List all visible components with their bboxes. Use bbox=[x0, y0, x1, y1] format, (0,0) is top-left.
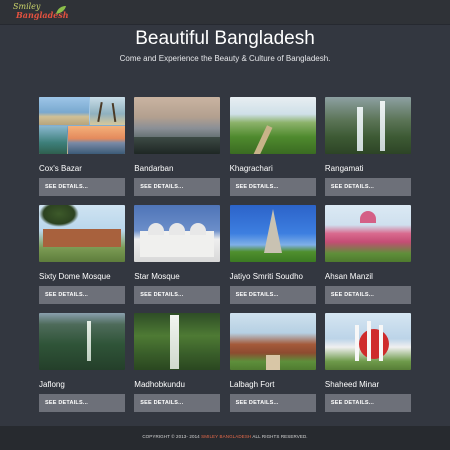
jatiyo-smriti-soudho-image[interactable] bbox=[229, 205, 316, 262]
bandarban-image[interactable] bbox=[134, 97, 221, 154]
place-name: Madhobkundu bbox=[134, 380, 186, 389]
ahsan-manzil-image[interactable] bbox=[324, 205, 411, 262]
star-mosque-image[interactable] bbox=[134, 205, 221, 262]
copyright-prefix: COPYRIGHT © 2013- 2014 bbox=[142, 434, 200, 439]
footer-brand-link[interactable]: SMILEY BANGLADESH bbox=[201, 434, 251, 439]
see-details-button[interactable]: SEE DETAILS... bbox=[39, 286, 125, 304]
place-name: Shaheed Minar bbox=[324, 380, 380, 389]
see-details-button[interactable]: SEE DETAILS... bbox=[324, 394, 411, 412]
see-details-button[interactable]: SEE DETAILS... bbox=[229, 394, 316, 412]
place-card: Sixty Dome Mosque SEE DETAILS... bbox=[39, 205, 125, 313]
see-details-button[interactable]: SEE DETAILS... bbox=[324, 178, 411, 196]
page-subtitle: Come and Experience the Beauty & Culture… bbox=[119, 54, 331, 63]
coxs-bazar-image[interactable] bbox=[39, 97, 125, 154]
place-name: Cox's Bazar bbox=[39, 164, 82, 173]
shaheed-minar-image[interactable] bbox=[324, 313, 411, 370]
see-details-button[interactable]: SEE DETAILS... bbox=[39, 178, 125, 196]
rangamati-image[interactable] bbox=[324, 97, 411, 154]
place-card: Ahsan Manzil SEE DETAILS... bbox=[324, 205, 411, 313]
copyright-text: COPYRIGHT © 2013- 2014 SMILEY BANGLADESH… bbox=[0, 434, 450, 439]
place-name: Jaflong bbox=[39, 380, 65, 389]
place-card: Shaheed Minar SEE DETAILS... bbox=[324, 313, 411, 421]
place-name: Ahsan Manzil bbox=[324, 272, 373, 281]
see-details-button[interactable]: SEE DETAILS... bbox=[134, 178, 221, 196]
places-grid: Cox's Bazar SEE DETAILS... Bandarban SEE… bbox=[39, 97, 411, 421]
sixty-dome-mosque-image[interactable] bbox=[39, 205, 125, 262]
see-details-button[interactable]: SEE DETAILS... bbox=[229, 286, 316, 304]
madhobkundu-image[interactable] bbox=[134, 313, 221, 370]
place-card: Star Mosque SEE DETAILS... bbox=[134, 205, 221, 313]
khagrachari-image[interactable] bbox=[229, 97, 316, 154]
top-nav-bar: Smiley Bangladesh bbox=[0, 0, 450, 24]
copyright-suffix: ALL RIGHTS RESERVED. bbox=[252, 434, 308, 439]
place-name: Sixty Dome Mosque bbox=[39, 272, 111, 281]
page-title: Beautiful Bangladesh bbox=[135, 28, 315, 49]
place-card: Khagrachari SEE DETAILS... bbox=[229, 97, 316, 205]
place-name: Bandarban bbox=[134, 164, 174, 173]
jaflong-image[interactable] bbox=[39, 313, 125, 370]
place-card: Madhobkundu SEE DETAILS... bbox=[134, 313, 221, 421]
lalbagh-fort-image[interactable] bbox=[229, 313, 316, 370]
place-name: Khagrachari bbox=[229, 164, 273, 173]
place-name: Lalbagh Fort bbox=[229, 380, 275, 389]
footer: COPYRIGHT © 2013- 2014 SMILEY BANGLADESH… bbox=[0, 426, 450, 450]
place-name: Rangamati bbox=[324, 164, 364, 173]
place-name: Star Mosque bbox=[134, 272, 180, 281]
place-card: Rangamati SEE DETAILS... bbox=[324, 97, 411, 205]
see-details-button[interactable]: SEE DETAILS... bbox=[134, 286, 221, 304]
place-card: Lalbagh Fort SEE DETAILS... bbox=[229, 313, 316, 421]
place-card: Cox's Bazar SEE DETAILS... bbox=[39, 97, 125, 205]
place-name: Jatiyo Smriti Soudho bbox=[229, 272, 303, 281]
leaf-icon bbox=[56, 6, 66, 14]
place-card: Bandarban SEE DETAILS... bbox=[134, 97, 221, 205]
see-details-button[interactable]: SEE DETAILS... bbox=[229, 178, 316, 196]
place-card: Jaflong SEE DETAILS... bbox=[39, 313, 125, 421]
see-details-button[interactable]: SEE DETAILS... bbox=[39, 394, 125, 412]
place-card: Jatiyo Smriti Soudho SEE DETAILS... bbox=[229, 205, 316, 313]
site-logo[interactable]: Smiley Bangladesh bbox=[10, 2, 80, 21]
see-details-button[interactable]: SEE DETAILS... bbox=[324, 286, 411, 304]
see-details-button[interactable]: SEE DETAILS... bbox=[134, 394, 221, 412]
